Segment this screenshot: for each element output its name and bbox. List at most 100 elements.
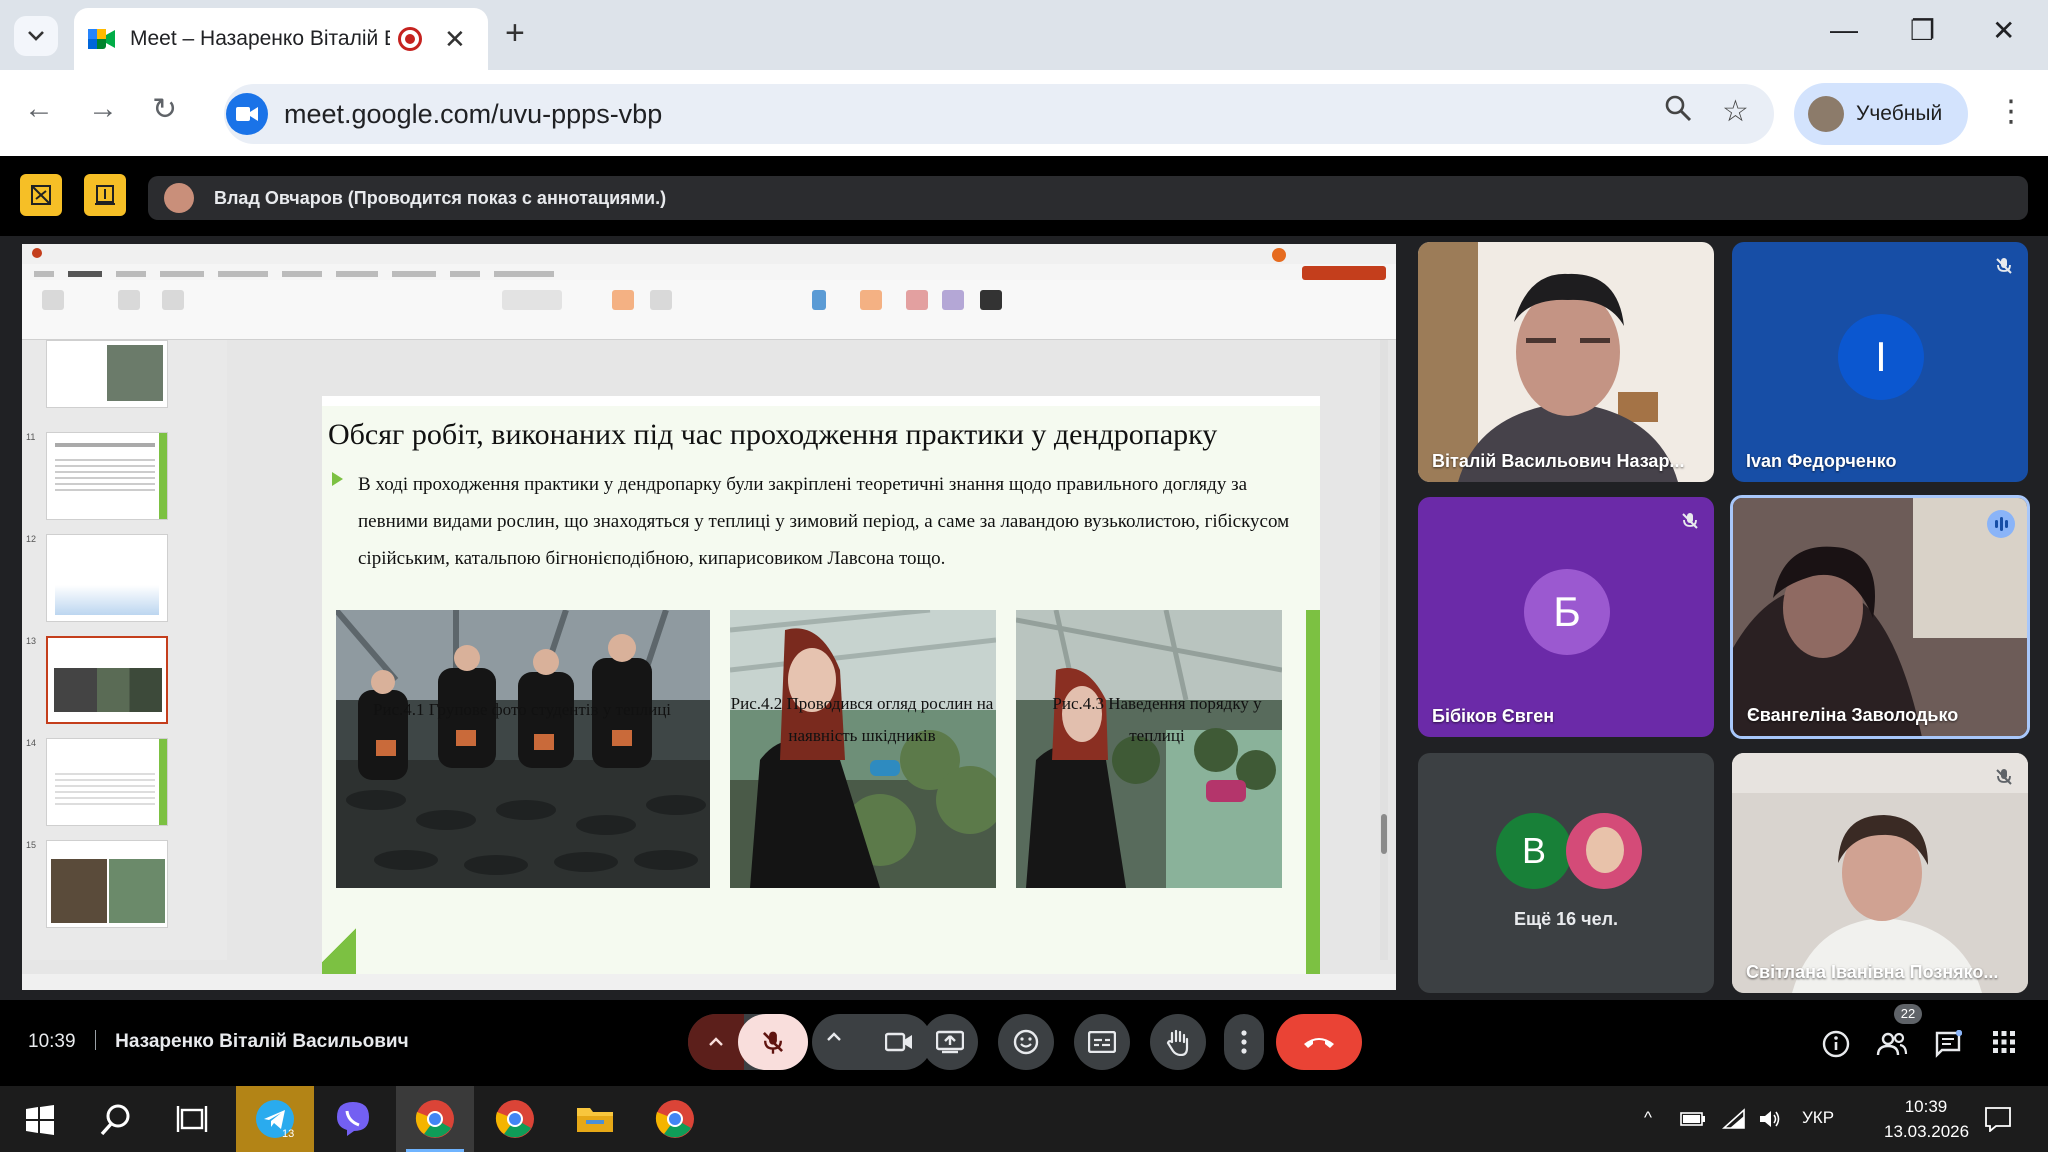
quick-styles-icon <box>650 290 672 310</box>
zoom-icon[interactable] <box>1664 94 1692 130</box>
raise-hand-button[interactable] <box>1150 1014 1206 1070</box>
taskbar-date: 13.03.2026 <box>1884 1122 1970 1141</box>
participant-name: Євангеліна Заволодько <box>1747 705 1959 725</box>
meeting-time: 10:39 <box>28 1031 76 1052</box>
presenter-banner: Влад Овчаров (Проводится показ с аннотац… <box>148 176 2028 220</box>
new-tab-button[interactable]: + <box>505 14 525 53</box>
dictate-icon <box>812 290 826 310</box>
powerpoint-status-bar <box>22 974 1396 990</box>
annotation-tools-button[interactable] <box>84 174 126 216</box>
mic-off-icon <box>1996 258 2012 274</box>
participant-tile[interactable]: Б Бібіков Євген <box>1418 497 1714 737</box>
chevron-up-icon <box>827 1032 841 1041</box>
close-window-icon[interactable]: ✕ <box>1992 14 2015 47</box>
slide-thumbnail-panel: 11 12 13 14 15 <box>22 340 227 960</box>
viber-icon[interactable] <box>332 1098 374 1140</box>
taskbar-clock[interactable]: 10:39 13.03.2026 <box>1884 1094 1970 1144</box>
leave-call-button[interactable] <box>1276 1014 1362 1070</box>
tab-title: Meet – Назаренко Віталій Ва <box>130 27 390 50</box>
bookmark-star-icon[interactable]: ☆ <box>1722 94 1749 129</box>
participant-video <box>1732 753 2028 993</box>
shared-screen: 11 12 13 14 15 Обсяг робіт, виконаних пі… <box>22 244 1396 990</box>
minimize-icon[interactable]: — <box>1830 14 1858 46</box>
chatgpt-icon <box>980 290 1002 310</box>
mic-options-button[interactable] <box>688 1014 744 1070</box>
profile-button[interactable]: Учебный <box>1794 83 1968 145</box>
bullet-arrow-icon <box>332 472 343 486</box>
mic-toggle-button[interactable] <box>738 1014 808 1070</box>
reload-icon[interactable]: ↻ <box>152 92 177 127</box>
forward-arrow-icon[interactable]: → <box>88 92 118 126</box>
stop-annotation-button[interactable] <box>20 174 62 216</box>
task-view-icon[interactable] <box>172 1100 212 1140</box>
language-indicator[interactable]: УКР <box>1802 1108 1834 1128</box>
search-icon[interactable] <box>96 1100 136 1140</box>
chrome-icon[interactable] <box>494 1098 536 1140</box>
more-participants-tile[interactable]: B Ещё 16 чел. <box>1418 753 1714 993</box>
browser-menu-icon[interactable]: ⋮ <box>1996 94 2026 129</box>
telegram-badge: 13 <box>282 1128 295 1140</box>
participant-tile-speaking[interactable]: Євангеліна Заволодько <box>1730 495 2030 739</box>
info-icon[interactable] <box>1822 1030 1850 1058</box>
participant-tile[interactable]: Віталій Васильович Назар... <box>1418 242 1714 482</box>
file-explorer-icon[interactable] <box>574 1098 616 1140</box>
participant-tile[interactable]: I Ivan Федорченко <box>1732 242 2028 482</box>
hand-icon <box>1166 1029 1189 1056</box>
addins-icon <box>860 290 882 310</box>
captions-button[interactable] <box>1074 1014 1130 1070</box>
browser-toolbar: ← → ↻ meet.google.com/uvu-ppps-vbp ☆ Уче… <box>0 70 2048 156</box>
slide-number: 15 <box>26 840 37 850</box>
meeting-user-name: Назаренко Віталій Васильович <box>115 1031 409 1052</box>
more-vert-icon <box>1241 1030 1247 1054</box>
tab-search-button[interactable] <box>14 16 58 56</box>
present-screen-icon <box>936 1030 964 1054</box>
presenter-text: Влад Овчаров (Проводится показ с аннотац… <box>214 187 667 208</box>
slide-body-text: В ході проходження практики у дендропарк… <box>358 474 1290 569</box>
notification-icon[interactable] <box>1984 1106 2012 1132</box>
wifi-icon[interactable] <box>1722 1108 1746 1130</box>
windows-start-icon[interactable] <box>20 1100 60 1140</box>
profile-label: Учебный <box>1856 102 1943 125</box>
camera-group <box>812 1014 932 1070</box>
participant-name: Віталій Васильович Назар... <box>1432 451 1685 471</box>
new-slide-icon <box>118 290 140 310</box>
slide-thumbnail <box>46 840 168 928</box>
chevron-up-icon <box>709 1037 723 1046</box>
paste-icon <box>42 290 64 310</box>
tray-expand-icon[interactable]: ^ <box>1644 1108 1652 1128</box>
meet-top-bar: Влад Овчаров (Проводится показ с аннотац… <box>0 156 2048 236</box>
restore-icon[interactable]: ❐ <box>1910 14 1935 47</box>
windows-taskbar: 13 ^ УКР 10:39 13.03.2026 <box>0 1086 2048 1152</box>
participant-avatar: Б <box>1524 569 1610 655</box>
tab-close-icon[interactable]: ✕ <box>444 24 466 55</box>
slide-number: 13 <box>26 636 37 646</box>
copilot-slide-icon <box>162 290 184 310</box>
address-bar[interactable]: meet.google.com/uvu-ppps-vbp ☆ <box>224 84 1774 144</box>
camera-options-button[interactable] <box>826 1032 842 1042</box>
participant-tile[interactable]: Світлана Іванівна Позняко... <box>1732 753 2028 993</box>
slide-thumbnail <box>46 432 168 520</box>
volume-icon[interactable] <box>1758 1108 1782 1130</box>
more-options-button[interactable] <box>1224 1014 1264 1070</box>
more-participants-label: Ещё 16 чел. <box>1513 909 1619 929</box>
chrome-icon[interactable] <box>654 1098 696 1140</box>
back-arrow-icon[interactable]: ← <box>24 92 54 126</box>
reactions-button[interactable] <box>998 1014 1054 1070</box>
taskbar-item-telegram[interactable]: 13 <box>236 1086 314 1152</box>
slide-scrollbar-thumb <box>1381 814 1387 854</box>
activities-icon[interactable] <box>1992 1030 2016 1054</box>
chrome-icon <box>415 1100 454 1138</box>
emoji-icon <box>1013 1029 1039 1055</box>
pen-box-icon <box>95 185 115 205</box>
taskbar-item-chrome-active[interactable] <box>396 1086 474 1152</box>
participant-avatar: I <box>1838 314 1924 400</box>
chat-icon[interactable] <box>1934 1030 1962 1058</box>
browser-tab-meet[interactable]: Meet – Назаренко Віталій Ва ✕ <box>74 8 488 70</box>
present-screen-button[interactable] <box>922 1014 978 1070</box>
slide-decoration <box>1306 610 1320 980</box>
meeting-clock: 10:39 Назаренко Віталій Васильович <box>28 1030 409 1053</box>
participant-avatar <box>1566 813 1642 889</box>
people-icon[interactable] <box>1876 1030 1908 1058</box>
participant-video <box>1733 498 2027 736</box>
slide-title: Обсяг робіт, виконаних під час проходжен… <box>328 418 1218 451</box>
